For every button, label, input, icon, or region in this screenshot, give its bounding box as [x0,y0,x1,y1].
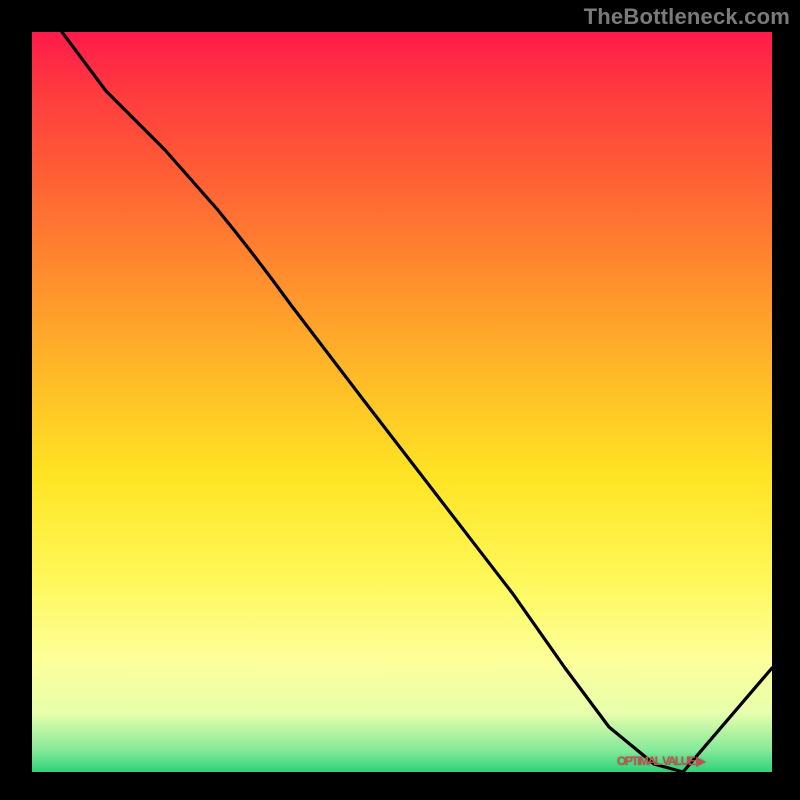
plot-area: OPTIMAL VALUE ▶ [30,30,774,774]
watermark-text: TheBottleneck.com [584,4,790,30]
optimal-value-label: OPTIMAL VALUE ▶ [617,754,704,768]
curve-svg [32,32,772,772]
bottleneck-curve-path [62,32,772,772]
chart-root: TheBottleneck.com OPTIMAL VALUE ▶ [0,0,800,800]
